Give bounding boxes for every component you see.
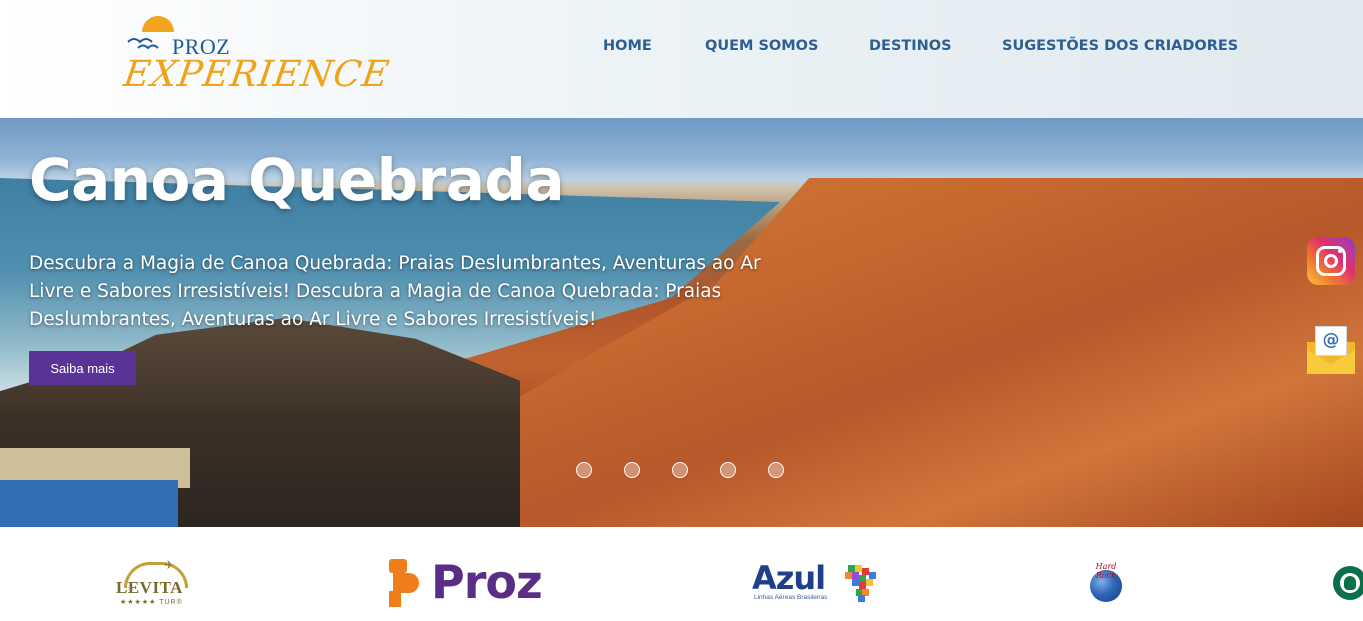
starbucks-logo[interactable]: [1333, 566, 1363, 600]
nav-home[interactable]: HOME: [603, 38, 652, 54]
main-nav: HOME QUEM SOMOS DESTINOS SUGESTÕES DOS C…: [0, 38, 1363, 60]
hero-boat-background: [0, 480, 178, 527]
partners-strip: ✈ LEVITA ★★★★★ TUR® Proz Azul Linhas Aér…: [0, 527, 1363, 621]
hero-description: Descubra a Magia de Canoa Quebrada: Prai…: [29, 253, 761, 330]
hero-carousel: Canoa Quebrada Descubra a Magia de Canoa…: [0, 118, 1363, 527]
email-icon[interactable]: @: [1307, 324, 1355, 374]
nav-quem-somos[interactable]: QUEM SOMOS: [705, 38, 818, 54]
proz-logo[interactable]: Proz: [389, 555, 559, 609]
instagram-lens: [1324, 254, 1338, 268]
logo-brand-bottom: EXPERIENCE: [121, 54, 393, 95]
azul-sub: Linhas Aéreas Brasileiras: [754, 594, 828, 601]
nav-sugestoes[interactable]: SUGESTÕES DOS CRIADORES: [1002, 38, 1238, 54]
azul-logo[interactable]: Azul Linhas Aéreas Brasileiras: [752, 559, 882, 607]
plane-icon: ✈: [164, 558, 175, 572]
at-symbol: @: [1322, 330, 1340, 350]
hard-rock-text: Hard Rock: [1095, 562, 1117, 580]
proz-mark: [389, 559, 407, 573]
azul-name: Azul: [752, 559, 826, 597]
instagram-icon[interactable]: [1307, 237, 1355, 285]
site-header: PROZ EXPERIENCE HOME QUEM SOMOS DESTINOS…: [0, 0, 1363, 118]
sun-icon: [142, 16, 174, 32]
carousel-dot[interactable]: [576, 462, 592, 478]
proz-mark: [393, 573, 419, 593]
saiba-mais-button[interactable]: Saiba mais: [29, 351, 136, 385]
brazil-map-icon: [844, 563, 880, 602]
carousel-dot[interactable]: [672, 462, 688, 478]
nav-destinos[interactable]: DESTINOS: [869, 38, 952, 54]
levita-name: LEVITA: [116, 578, 183, 597]
hero-title: Canoa Quebrada: [29, 146, 565, 214]
instagram-dot: [1338, 249, 1342, 253]
hard-rock-logo[interactable]: Hard Rock: [1086, 562, 1126, 604]
carousel-dot[interactable]: [624, 462, 640, 478]
siren-icon: [1344, 576, 1356, 590]
levita-tur-logo[interactable]: ✈ LEVITA ★★★★★ TUR®: [114, 558, 198, 606]
proz-mark: [389, 591, 401, 607]
carousel-indicators: [576, 462, 796, 478]
levita-sub: ★★★★★ TUR®: [120, 599, 183, 606]
carousel-dot[interactable]: [720, 462, 736, 478]
carousel-dot[interactable]: [768, 462, 784, 478]
proz-name: Proz: [431, 555, 543, 609]
